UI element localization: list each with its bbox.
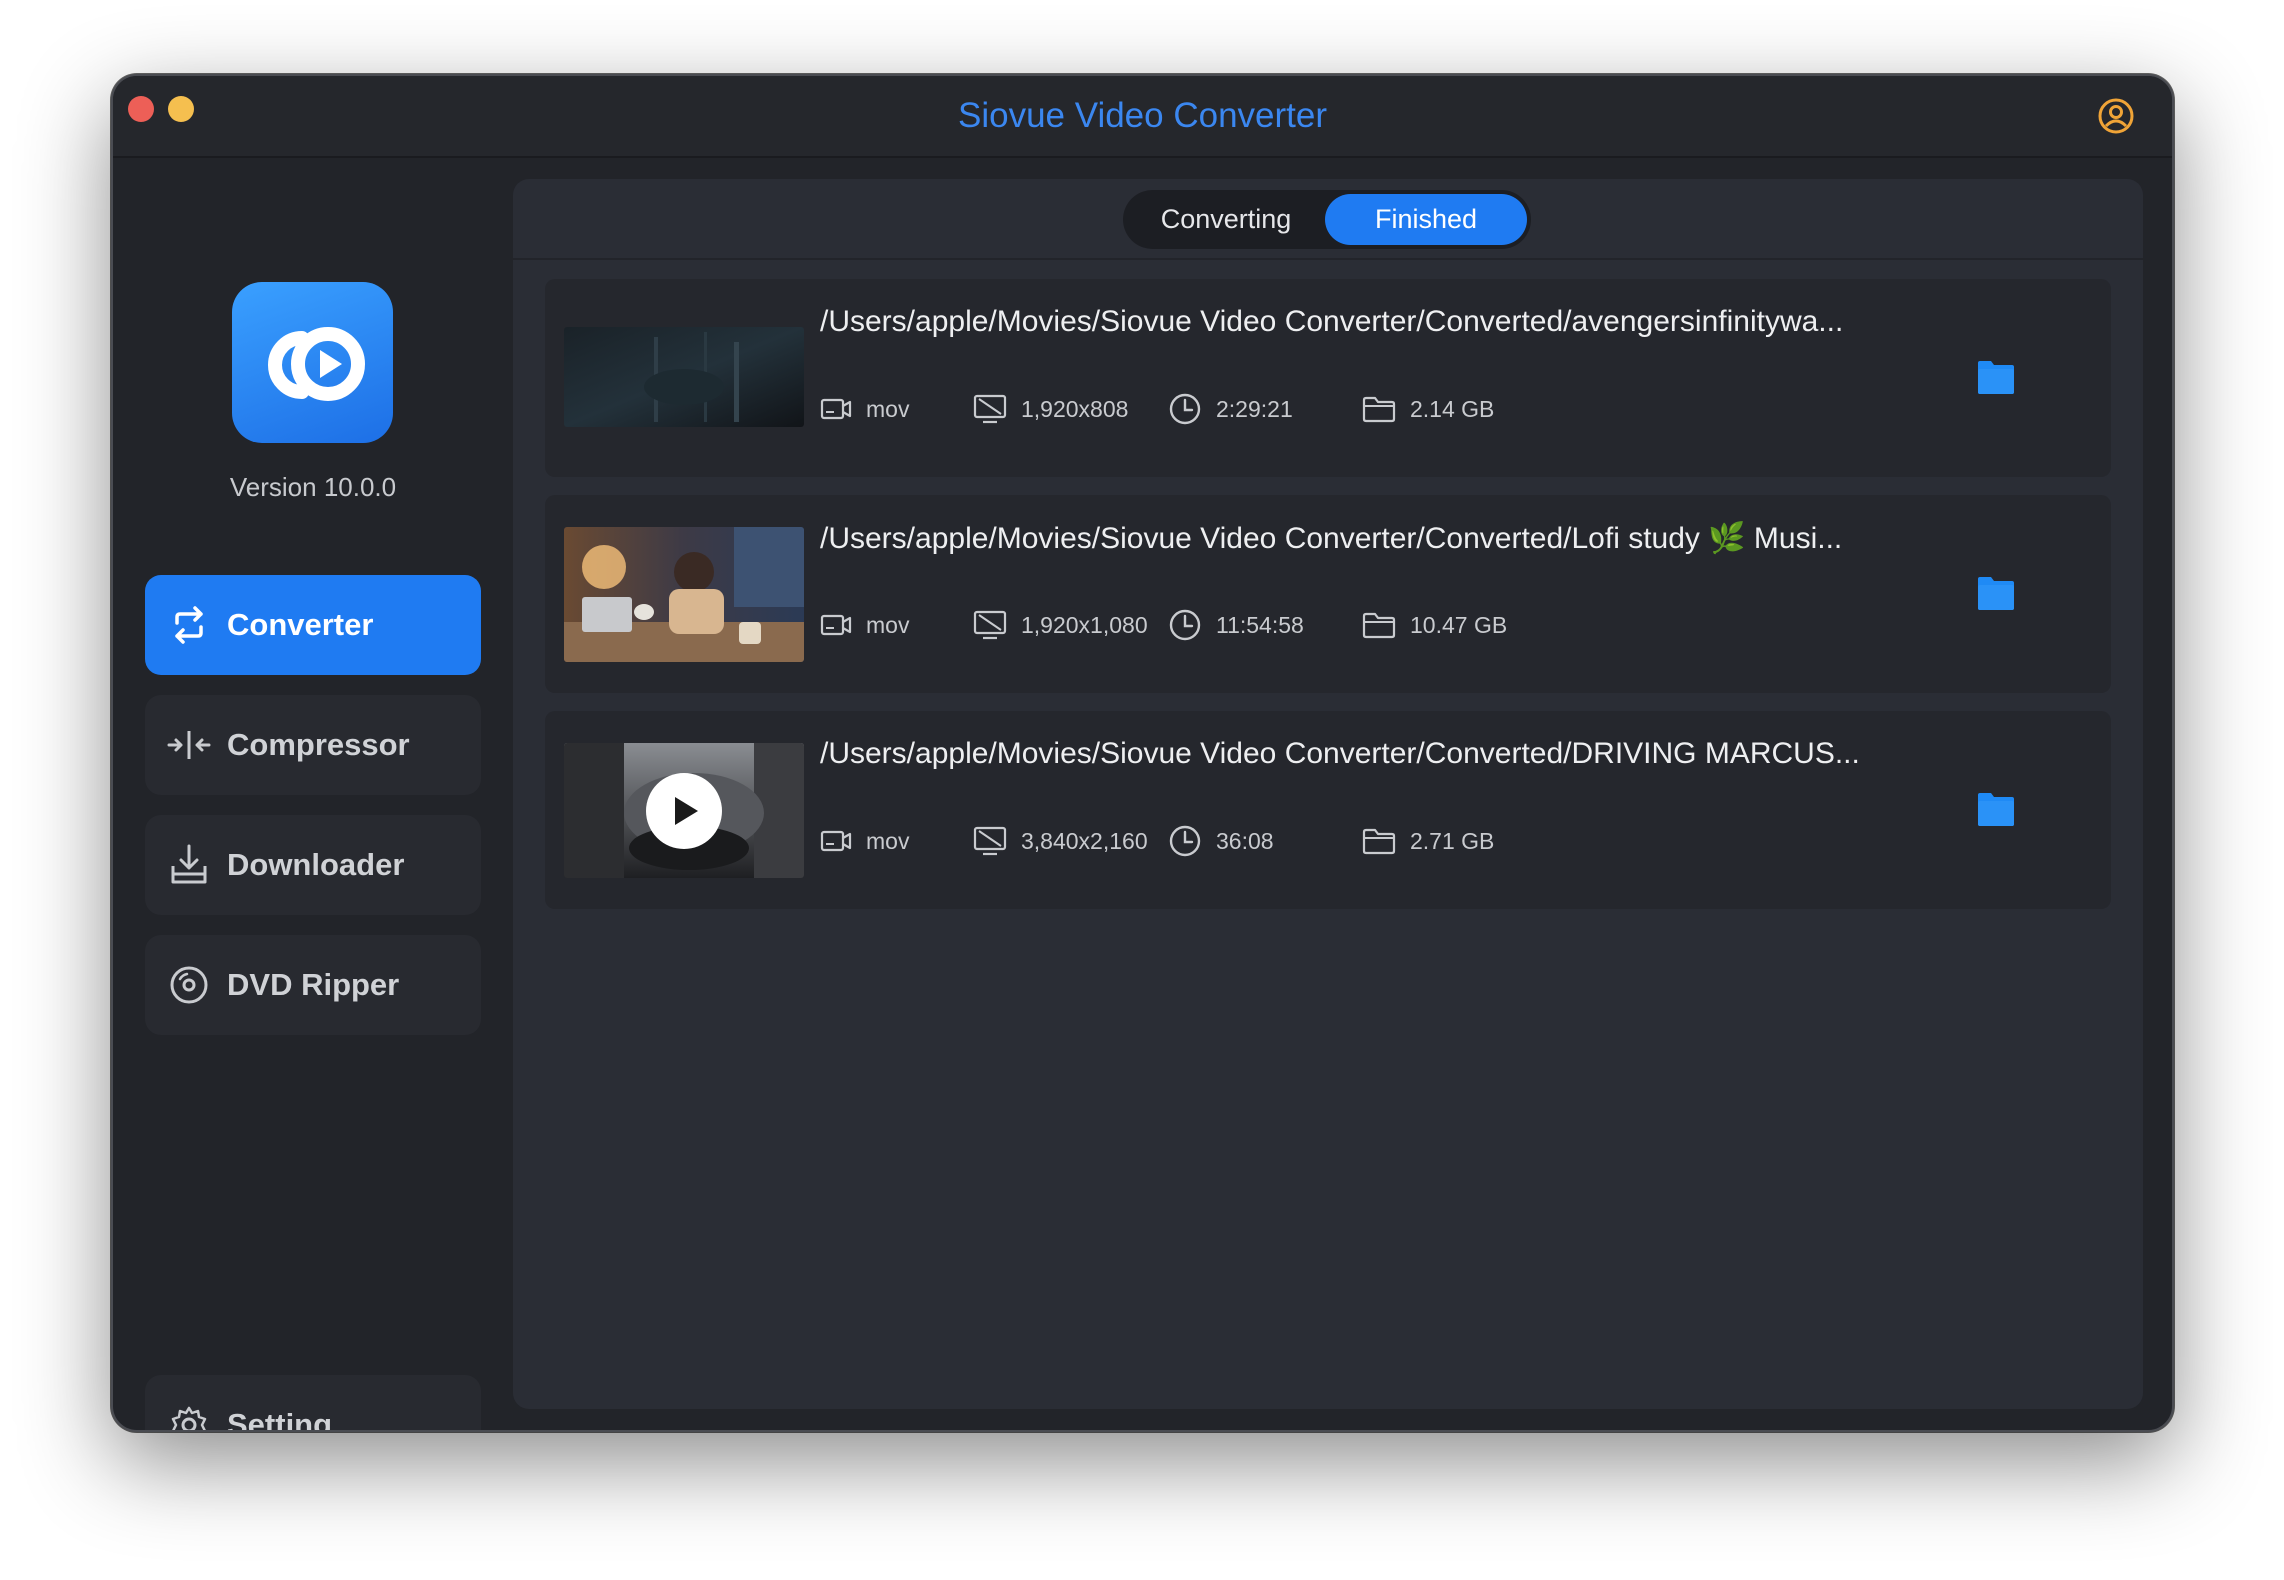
resolution-icon (973, 826, 1007, 856)
open-folder-icon[interactable] (1976, 359, 2016, 395)
resolution-icon (973, 394, 1007, 424)
resolution-info: 3,840x2,160 (973, 823, 1148, 859)
open-folder-icon[interactable] (1976, 575, 2016, 611)
clock-icon (1169, 609, 1201, 641)
sidebar-item-label: DVD Ripper (227, 967, 400, 1002)
tab-finished[interactable]: Finished (1325, 194, 1527, 245)
duration-info: 2:29:21 (1168, 391, 1293, 427)
video-camera-icon (820, 398, 852, 420)
sidebar-item-converter[interactable]: Converter (145, 575, 481, 675)
video-thumbnail[interactable] (564, 527, 804, 662)
video-camera-icon (820, 614, 852, 636)
video-thumbnail[interactable] (564, 743, 804, 878)
video-camera-icon (820, 830, 852, 852)
duration-info: 36:08 (1168, 823, 1274, 859)
duration-info: 11:54:58 (1168, 607, 1304, 643)
size-info: 2.71 GB (1362, 823, 1494, 859)
status-segmented-control: Converting Finished (1123, 190, 1531, 249)
format-info: mov (820, 391, 909, 427)
gear-icon (167, 1403, 211, 1430)
tab-converting[interactable]: Converting (1127, 194, 1325, 245)
convert-arrows-icon (167, 603, 211, 647)
sidebar-item-setting[interactable]: Setting (145, 1375, 481, 1432)
version-label: Version 10.0.0 (229, 472, 397, 502)
folder-outline-icon (1362, 396, 1396, 423)
user-account-icon[interactable] (2097, 97, 2135, 135)
main-panel: Converting Finished /Users/apple/Movies/… (513, 179, 2143, 1409)
duration-value: 2:29:21 (1216, 395, 1293, 422)
app-logo (232, 282, 393, 443)
size-info: 10.47 GB (1362, 607, 1507, 643)
compress-icon (167, 723, 211, 767)
sidebar-item-dvd-ripper[interactable]: DVD Ripper (145, 935, 481, 1035)
format-value: mov (866, 827, 910, 854)
sidebar-item-label: Setting (227, 1407, 333, 1432)
file-path: /Users/apple/Movies/Siovue Video Convert… (820, 737, 1860, 770)
folder-outline-icon (1362, 612, 1396, 639)
sidebar-item-label: Compressor (227, 727, 410, 762)
tab-bar: Converting Finished (513, 179, 2143, 260)
size-value: 2.71 GB (1410, 827, 1495, 854)
format-info: mov (820, 607, 909, 643)
download-tray-icon (167, 843, 211, 887)
format-value: mov (866, 395, 910, 422)
sidebar-item-downloader[interactable]: Downloader (145, 815, 481, 915)
list-item: /Users/apple/Movies/Siovue Video Convert… (545, 495, 2111, 693)
size-value: 10.47 GB (1410, 611, 1508, 638)
sidebar-item-label: Converter (227, 607, 374, 642)
folder-outline-icon (1362, 828, 1396, 855)
list-item: /Users/apple/Movies/Siovue Video Convert… (545, 279, 2111, 477)
app-window: Siovue Video Converter Version 10.0.0 Co… (111, 74, 2174, 1432)
title-bar: Siovue Video Converter (113, 76, 2172, 158)
list-item: /Users/apple/Movies/Siovue Video Convert… (545, 711, 2111, 909)
file-path: /Users/apple/Movies/Siovue Video Convert… (820, 522, 1843, 555)
sidebar-item-compressor[interactable]: Compressor (145, 695, 481, 795)
sidebar: Version 10.0.0 Converter Compressor Down… (113, 160, 513, 1432)
file-path: /Users/apple/Movies/Siovue Video Convert… (820, 305, 1844, 338)
open-folder-icon[interactable] (1976, 791, 2016, 827)
clock-icon (1169, 393, 1201, 425)
resolution-value: 1,920x1,080 (1021, 611, 1148, 638)
resolution-value: 3,840x2,160 (1021, 827, 1148, 854)
app-title: Siovue Video Converter (957, 96, 1328, 135)
duration-value: 36:08 (1216, 827, 1274, 854)
resolution-info: 1,920x808 (973, 391, 1128, 427)
size-value: 2.14 GB (1410, 395, 1495, 422)
resolution-icon (973, 610, 1007, 640)
resolution-value: 1,920x808 (1021, 395, 1129, 422)
duration-value: 11:54:58 (1216, 611, 1304, 638)
resolution-info: 1,920x1,080 (973, 607, 1148, 643)
sidebar-item-label: Downloader (227, 847, 405, 882)
clock-icon (1169, 825, 1201, 857)
format-value: mov (866, 611, 910, 638)
disc-icon (167, 963, 211, 1007)
video-thumbnail[interactable] (564, 327, 804, 427)
size-info: 2.14 GB (1362, 391, 1494, 427)
format-info: mov (820, 823, 909, 859)
